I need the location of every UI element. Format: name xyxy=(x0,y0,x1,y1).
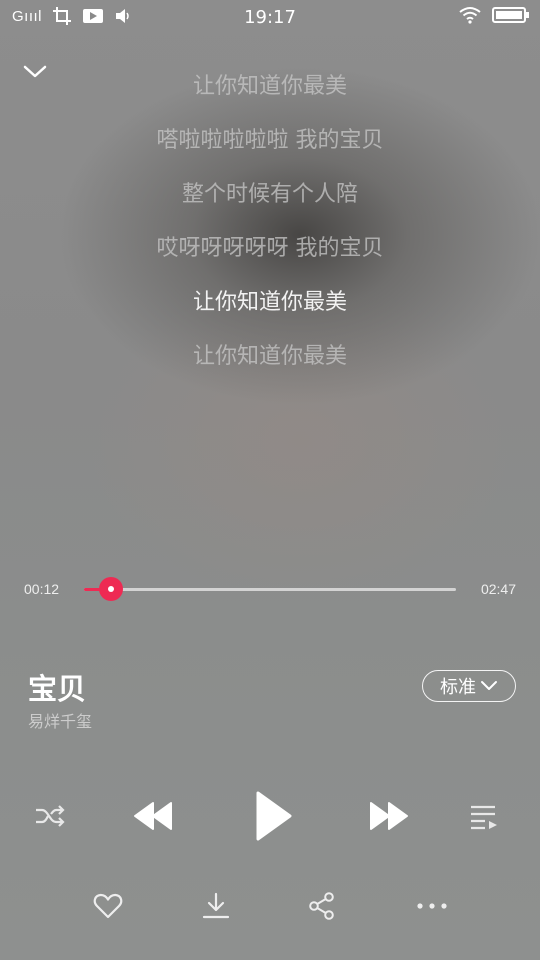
favorite-button[interactable] xyxy=(88,886,128,926)
quality-label: 标准 xyxy=(440,677,476,698)
current-time: 00:12 xyxy=(24,581,60,597)
lyric-line: 让你知道你最美 xyxy=(192,74,347,99)
share-icon xyxy=(308,891,336,921)
play-button[interactable] xyxy=(244,786,300,846)
playlist-icon xyxy=(469,802,499,830)
shuffle-icon xyxy=(33,803,67,829)
play-icon xyxy=(250,789,294,843)
shuffle-button[interactable] xyxy=(28,795,72,837)
total-time: 02:47 xyxy=(480,581,516,597)
chevron-down-icon xyxy=(480,680,498,692)
progress-bar[interactable] xyxy=(84,577,456,601)
heart-icon xyxy=(93,892,123,920)
rewind-icon xyxy=(131,799,175,833)
battery-icon xyxy=(492,6,530,24)
next-button[interactable] xyxy=(362,794,416,838)
wifi-icon xyxy=(458,6,482,24)
lyric-line: 让你知道你最美 xyxy=(192,344,347,369)
lyric-line: 整个时候有个人陪 xyxy=(181,182,358,207)
share-button[interactable] xyxy=(302,886,342,926)
fast-forward-icon xyxy=(367,799,411,833)
progress-handle[interactable] xyxy=(98,577,123,601)
playlist-button[interactable] xyxy=(464,796,504,836)
lyric-line: 嗒啦啦啦啦啦 我的宝贝 xyxy=(156,128,384,153)
song-artist[interactable]: 易烊千玺 xyxy=(28,708,92,732)
previous-button[interactable] xyxy=(126,794,180,838)
lyric-line-current: 让你知道你最美 xyxy=(192,290,347,315)
status-right xyxy=(458,6,530,24)
more-button[interactable] xyxy=(412,886,452,926)
lyric-line: 哎呀呀呀呀呀 我的宝贝 xyxy=(156,236,384,261)
download-icon xyxy=(201,891,231,921)
quality-button[interactable]: 标准 xyxy=(422,670,516,702)
status-bar: Gıııl 19:17 xyxy=(0,0,540,36)
download-button[interactable] xyxy=(196,886,236,926)
song-title: 宝贝 xyxy=(28,672,87,706)
more-icon xyxy=(415,901,449,911)
lyrics-panel[interactable]: 让你知道你最美 嗒啦啦啦啦啦 我的宝贝 整个时候有个人陪 哎呀呀呀呀呀 我的宝贝… xyxy=(0,66,540,390)
